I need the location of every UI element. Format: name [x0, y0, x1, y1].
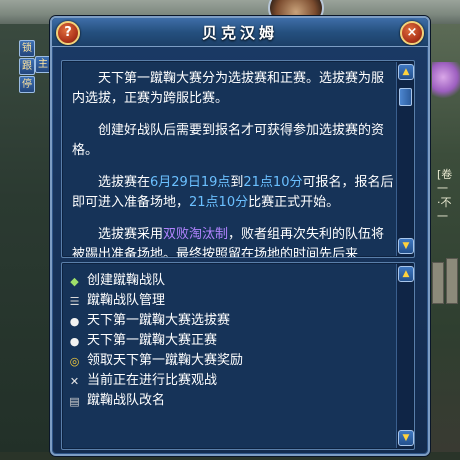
option-label: 天下第一蹴鞠大赛选拔赛 — [87, 313, 231, 328]
description-paragraph: 创建好战队后需要到报名才可获得参加选拔赛的资格。 — [72, 123, 385, 158]
time-highlight: 21点10分 — [189, 195, 249, 210]
dialog-title: 贝克汉姆 — [201, 24, 278, 42]
time-highlight: 21点10分 — [243, 175, 303, 190]
option-create-team[interactable]: ◆ 创建蹴鞠战队 — [68, 271, 388, 291]
speech-bubble-icon: ● — [69, 334, 80, 348]
option-claim-reward[interactable]: ◎ 领取天下第一蹴鞠大赛奖励 — [68, 351, 388, 371]
scroll-up-arrow-icon[interactable]: ▲ — [398, 64, 414, 80]
menu-scrollbar[interactable]: ▲ ▼ — [396, 264, 414, 448]
side-button-follow[interactable]: 跟 — [19, 58, 35, 75]
description-text: 天下第一蹴鞠大赛分为选拔赛和正赛。选拔赛为服内选拔，正赛为跨服比赛。 创建好战队… — [72, 69, 394, 258]
description-paragraph: 天下第一蹴鞠大赛分为选拔赛和正赛。选拔赛为服内选拔，正赛为跨服比赛。 — [72, 71, 385, 106]
option-label: 当前正在进行比赛观战 — [87, 373, 218, 388]
side-button-lock[interactable]: 锁 — [19, 40, 35, 57]
fence-pillar — [432, 262, 444, 304]
description-paragraph: 选拔赛采用双败淘汰制，败者组再次失利的队伍将被踢出准备场地。最终按照留在场地的时… — [72, 227, 385, 258]
option-list: ◆ 创建蹴鞠战队 ☰ 蹴鞠战队管理 ● 天下第一蹴鞠大赛选拔赛 ● 天下第一蹴鞠… — [68, 271, 388, 411]
side-text-line: ·不 — [437, 196, 452, 209]
side-text-line: [卷 — [437, 168, 453, 181]
option-label: 蹴鞠战队改名 — [87, 393, 166, 408]
option-label: 蹴鞠战队管理 — [87, 293, 166, 308]
option-label: 创建蹴鞠战队 — [87, 273, 166, 288]
option-manage-team[interactable]: ☰ 蹴鞠战队管理 — [68, 291, 388, 311]
right-side-text: [卷 一 ·不 一 — [437, 168, 452, 224]
list-icon: ☰ — [69, 294, 80, 308]
format-highlight: 双败淘汰制 — [163, 227, 229, 242]
fence-pillar — [446, 258, 458, 304]
scroll-down-arrow-icon[interactable]: ▼ — [398, 430, 414, 446]
side-text-line: 一 — [437, 210, 448, 223]
description-scrollbar[interactable]: ▲ ▼ — [396, 62, 414, 256]
option-spectate[interactable]: ✕ 当前正在进行比赛观战 — [68, 371, 388, 391]
side-button-stop[interactable]: 停 — [19, 76, 35, 93]
coin-icon: ◎ — [69, 354, 80, 368]
side-button-main[interactable]: 主 — [35, 56, 51, 73]
description-panel: 天下第一蹴鞠大赛分为选拔赛和正赛。选拔赛为服内选拔，正赛为跨服比赛。 创建好战队… — [61, 60, 415, 258]
close-button[interactable]: × — [400, 21, 424, 45]
option-qualifier[interactable]: ● 天下第一蹴鞠大赛选拔赛 — [68, 311, 388, 331]
speech-bubble-icon: ● — [69, 314, 80, 328]
side-text-line: 一 — [437, 182, 448, 195]
option-label: 天下第一蹴鞠大赛正赛 — [87, 333, 218, 348]
option-menu-panel: ◆ 创建蹴鞠战队 ☰ 蹴鞠战队管理 ● 天下第一蹴鞠大赛选拔赛 ● 天下第一蹴鞠… — [61, 262, 415, 450]
flower-decoration — [432, 62, 460, 100]
description-paragraph: 选拔赛在6月29日19点到21点10分可报名，报名后即可进入准备场地，21点10… — [72, 175, 394, 210]
npc-dialog: ? 贝克汉姆 × 天下第一蹴鞠大赛分为选拔赛和正赛。选拔赛为服内选拔，正赛为跨服… — [50, 16, 430, 456]
option-label: 领取天下第一蹴鞠大赛奖励 — [87, 353, 244, 368]
scroll-thumb[interactable] — [399, 88, 412, 106]
diamond-icon: ◆ — [70, 274, 79, 288]
scroll-down-arrow-icon[interactable]: ▼ — [398, 238, 414, 254]
option-rename-team[interactable]: ▤ 蹴鞠战队改名 — [68, 391, 388, 411]
option-main-match[interactable]: ● 天下第一蹴鞠大赛正赛 — [68, 331, 388, 351]
document-icon: ▤ — [69, 394, 80, 408]
scroll-up-arrow-icon[interactable]: ▲ — [398, 266, 414, 282]
crossed-swords-icon: ✕ — [69, 374, 80, 388]
dialog-titlebar: ? 贝克汉姆 × — [52, 18, 428, 47]
date-highlight: 6月29日19点 — [150, 175, 231, 190]
